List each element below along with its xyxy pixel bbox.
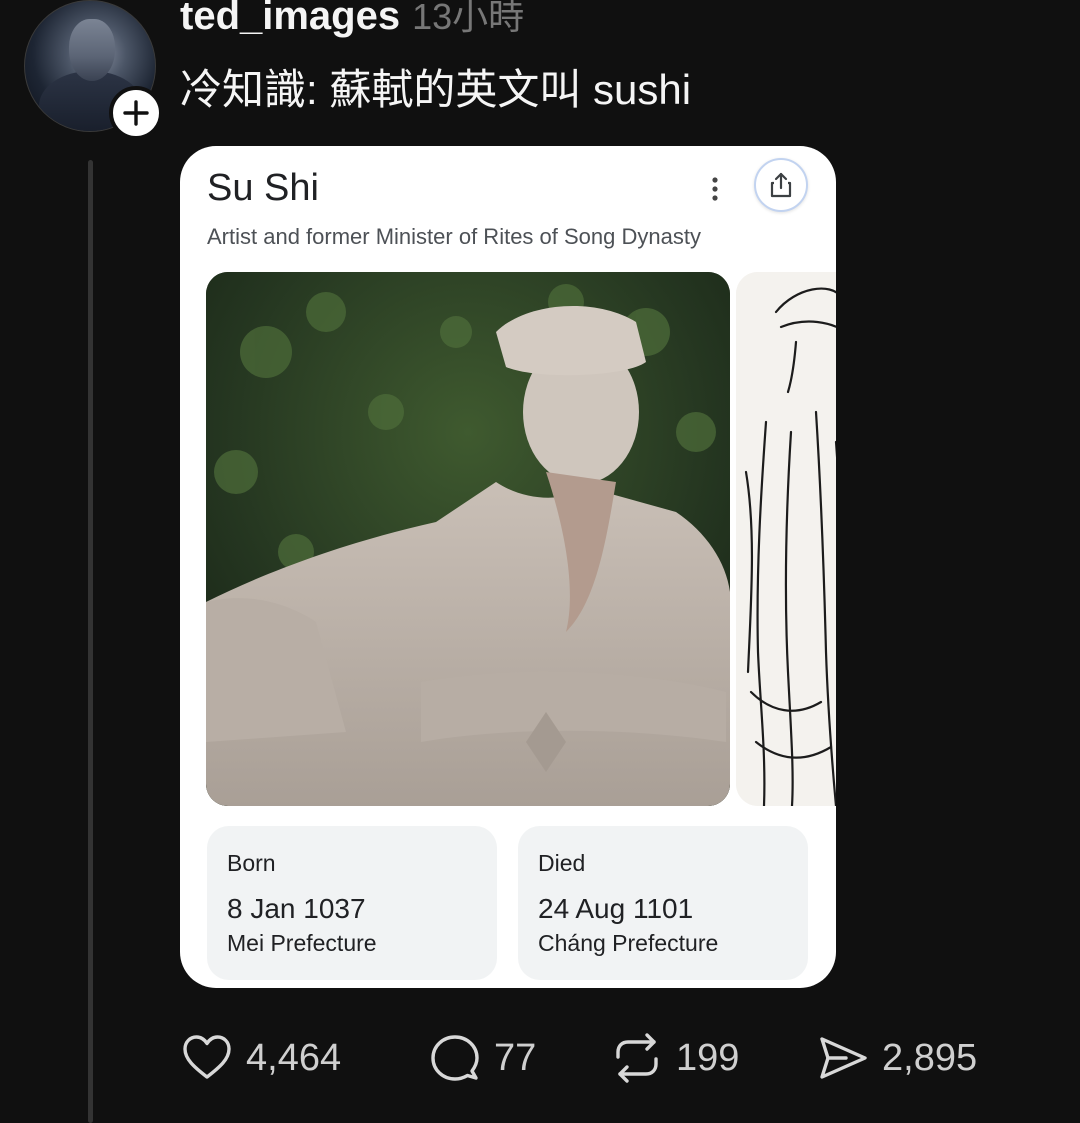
like-count: 4,464 — [246, 1037, 342, 1079]
send-button[interactable]: 2,895 — [816, 1030, 977, 1086]
heart-icon — [183, 1035, 231, 1079]
like-button[interactable]: 4,464 — [180, 1030, 341, 1086]
plus-icon — [123, 100, 149, 126]
action-bar: 4,464 77 199 2,895 — [180, 1030, 1040, 1086]
reply-button[interactable]: 77 — [428, 1030, 536, 1086]
born-place: Mei Prefecture — [227, 930, 377, 956]
repost-count: 199 — [676, 1037, 740, 1079]
repost-button[interactable]: 199 — [610, 1030, 739, 1086]
speech-bubble-icon — [431, 1035, 479, 1081]
born-label: Born — [227, 850, 276, 876]
thread-line — [88, 160, 93, 1123]
died-place: Cháng Prefecture — [538, 930, 719, 956]
send-icon — [820, 1037, 867, 1079]
reply-count: 77 — [494, 1037, 537, 1079]
username[interactable]: ted_images — [180, 0, 400, 36]
knowledge-card-image[interactable]: Su Shi Artist and former Minister of Rit… — [180, 146, 836, 988]
avatar-container[interactable] — [24, 0, 163, 140]
statue-photo — [206, 272, 730, 806]
died-fact: Died 24 Aug 1101 Cháng Prefecture — [518, 826, 808, 980]
timestamp: 13小時 — [412, 0, 525, 37]
born-fact: Born 8 Jan 1037 Mei Prefecture — [207, 826, 497, 980]
more-vertical-icon — [702, 172, 728, 206]
died-label: Died — [538, 850, 586, 876]
share-icon — [770, 172, 792, 198]
follow-button[interactable] — [109, 86, 163, 140]
repost-icon — [616, 1033, 658, 1083]
died-date: 24 Aug 1101 — [538, 893, 694, 924]
threads-post: ted_images 13小時 冷知識: 蘇軾的英文叫 sushi Su Shi… — [0, 0, 1080, 1123]
card-share-button — [754, 158, 808, 212]
post-text: 冷知識: 蘇軾的英文叫 sushi — [180, 66, 692, 113]
post-header: ted_images 13小時 — [180, 0, 524, 44]
sketch-portrait — [736, 272, 836, 806]
send-count: 2,895 — [882, 1037, 978, 1079]
card-subtitle: Artist and former Minister of Rites of S… — [207, 224, 701, 249]
born-date: 8 Jan 1037 — [227, 893, 366, 924]
card-title: Su Shi — [207, 167, 319, 209]
